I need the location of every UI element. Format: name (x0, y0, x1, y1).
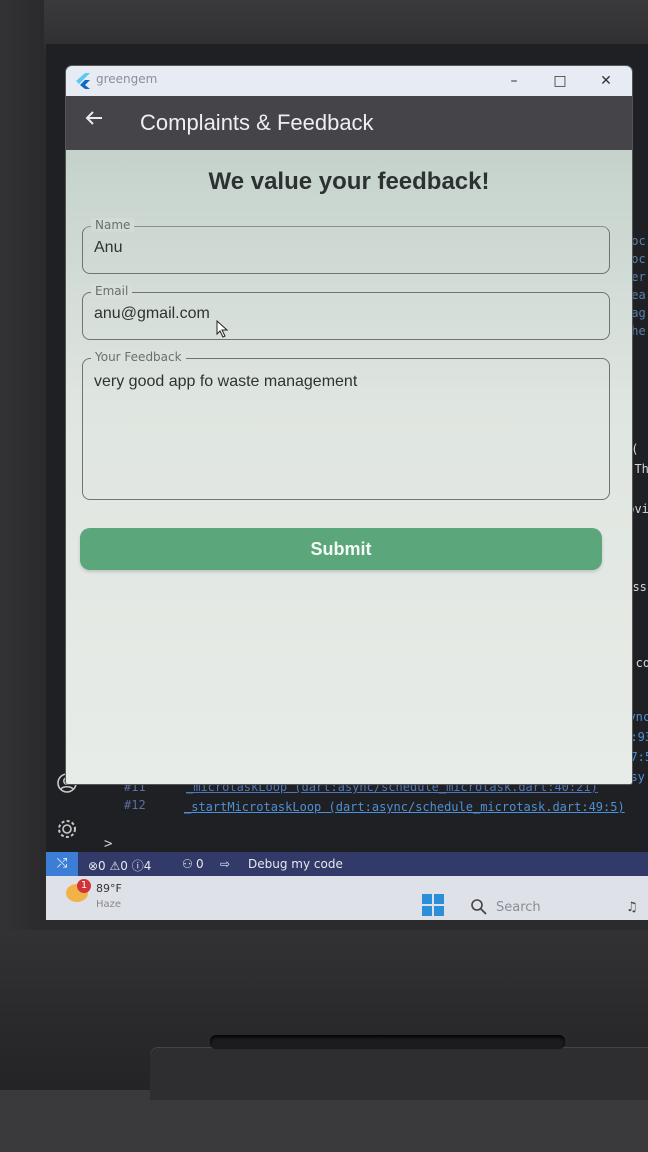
page-title: Complaints & Feedback (140, 110, 374, 135)
email-field[interactable]: Email anu@gmail.com (82, 284, 610, 340)
stack-line-number: #12 (124, 798, 146, 812)
feedback-label: Your Feedback (91, 350, 186, 364)
debug-icon: ⇨ (220, 857, 231, 871)
email-label: Email (91, 284, 133, 298)
weather-condition: Haze (96, 899, 122, 910)
maximize-button[interactable]: □ (538, 66, 582, 96)
close-button[interactable]: ✕ (584, 66, 628, 96)
notification-badge: 1 (77, 879, 91, 893)
name-label: Name (91, 218, 135, 232)
terminal-prompt: > (104, 836, 113, 852)
form-heading: We value your feedback! (208, 168, 490, 195)
name-value: Anu (94, 239, 123, 256)
window-titlebar[interactable]: greengem – □ ✕ (66, 66, 632, 96)
laptop-screen: doc roc ner rea pag che r( > Th ), rovi … (46, 44, 648, 920)
flutter-logo-icon (76, 73, 90, 89)
minimize-button[interactable]: – (492, 66, 536, 96)
name-field[interactable]: Name Anu (82, 218, 610, 274)
search-icon[interactable] (470, 898, 488, 916)
feedback-value: very good app fo waste management (94, 373, 358, 390)
email-value: anu@gmail.com (94, 305, 210, 322)
windows-taskbar (46, 876, 648, 920)
remote-icon[interactable]: ⤭ (46, 852, 78, 876)
mouse-cursor-icon (216, 319, 230, 338)
problems-indicator[interactable]: ⊗0 ⚠0 ⓘ4 (88, 857, 151, 874)
feedback-form: We value your feedback! Name Anu Email a… (66, 150, 632, 784)
stack-trace-link[interactable]: _startMicrotaskLoop (dart:async/schedule… (184, 800, 625, 814)
gear-icon[interactable] (56, 818, 78, 840)
tray-icon[interactable]: ♫ (626, 900, 638, 915)
taskbar-search[interactable]: Search (496, 900, 541, 915)
laptop-bezel-top (0, 0, 648, 50)
windows-start-icon[interactable] (422, 894, 444, 916)
debug-label[interactable]: Debug my code (248, 857, 343, 871)
window-title: greengem (96, 72, 158, 86)
ports-count[interactable]: 0 (196, 857, 204, 871)
feedback-textarea[interactable]: Your Feedback very good app fo waste man… (82, 350, 610, 500)
app-bar: Complaints & Feedback (66, 96, 632, 150)
laptop-hinge (210, 1035, 565, 1049)
laptop-base (150, 1048, 648, 1100)
submit-button[interactable]: Submit (80, 528, 602, 570)
app-window: greengem – □ ✕ Complaints & Feedback We … (66, 66, 632, 784)
laptop-bezel-left (0, 0, 44, 940)
ide-status-bar: ⤭ ⊗0 ⚠0 ⓘ4 ⚇ 0 ⇨ Debug my code (46, 852, 648, 876)
back-arrow-icon[interactable] (84, 108, 104, 134)
temperature: 89°F (96, 882, 122, 895)
ports-icon: ⚇ (182, 857, 193, 871)
